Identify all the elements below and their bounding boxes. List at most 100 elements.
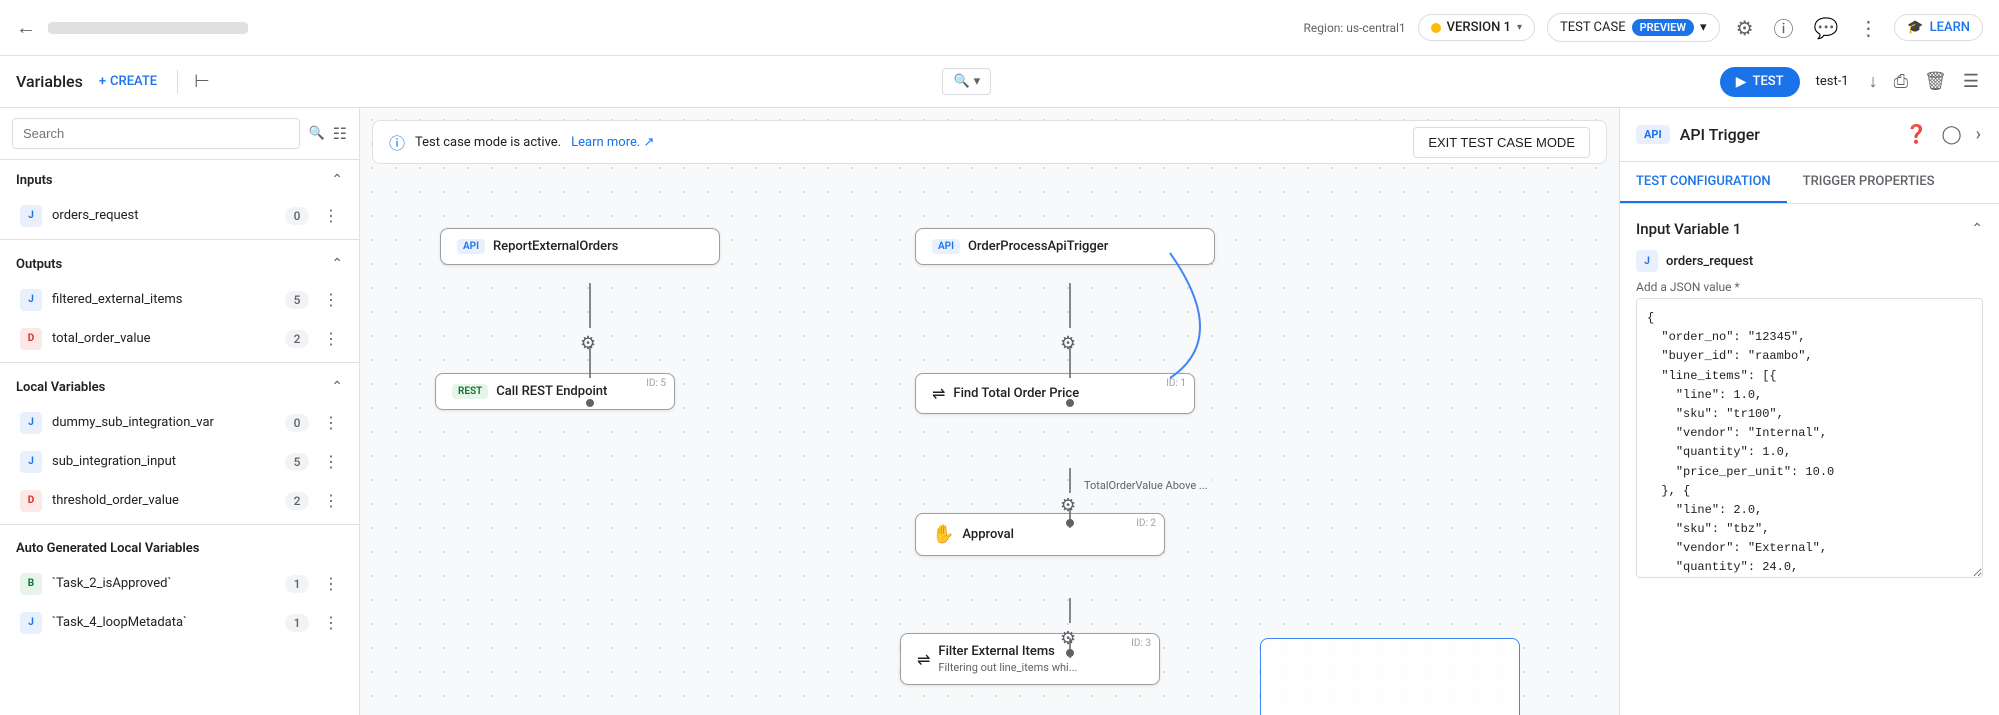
var-badge: 0 <box>285 414 309 432</box>
local-vars-title: Local Variables <box>16 380 105 395</box>
test-case-button[interactable]: TEST CASE PREVIEW ▾ <box>1547 13 1720 42</box>
var-icon-json: J <box>20 612 42 634</box>
info-icon[interactable]: ⓘ <box>1770 9 1798 46</box>
more-icon[interactable]: ⋮ <box>1854 12 1882 44</box>
preview-badge: PREVIEW <box>1632 19 1694 36</box>
section-divider <box>0 239 359 240</box>
var-badge: 2 <box>285 492 309 510</box>
right-panel-tabs: TEST CONFIGURATION TRIGGER PROPERTIES <box>1620 162 1999 204</box>
var-icon-json: J <box>20 412 42 434</box>
var-name: total_order_value <box>52 331 275 346</box>
zoom-button[interactable]: 🔍 ▾ <box>942 68 991 95</box>
version-chevron-icon: ▾ <box>1517 22 1522 33</box>
exit-test-case-button[interactable]: EXIT TEST CASE MODE <box>1413 127 1590 158</box>
input-var-collapse-icon[interactable]: ⌃ <box>1971 221 1983 237</box>
outputs-title: Outputs <box>16 257 62 272</box>
learn-label: LEARN <box>1930 20 1970 35</box>
test-run-label: TEST <box>1753 74 1784 89</box>
search-icon[interactable]: 🔍 <box>308 126 324 141</box>
var-menu-icon[interactable]: ⋮ <box>319 611 343 634</box>
learn-more-link[interactable]: Learn more. ↗ <box>571 135 654 150</box>
collapse-icon[interactable]: ⊢ <box>190 67 214 96</box>
var-menu-icon[interactable]: ⋮ <box>319 411 343 434</box>
json-label: Add a JSON value * <box>1636 280 1983 294</box>
search-input[interactable] <box>12 118 300 149</box>
variables-title: Variables <box>16 72 83 91</box>
var-menu-icon[interactable]: ⋮ <box>319 489 343 512</box>
inputs-collapse-icon: ⌃ <box>331 172 343 188</box>
learn-icon: 🎓 <box>1907 20 1923 35</box>
node-find-total-order-price[interactable]: ⇌ Find Total Order Price ID: 1 <box>915 373 1195 414</box>
json-value-input[interactable] <box>1636 298 1983 578</box>
copy-icon[interactable]: ⎙ <box>1890 67 1912 96</box>
var-menu-icon[interactable]: ⋮ <box>319 572 343 595</box>
input-var-header: Input Variable 1 ⌃ <box>1636 220 1983 238</box>
chat-icon[interactable]: 💬 <box>1810 12 1843 44</box>
expand-icon[interactable]: › <box>1974 122 1983 147</box>
version-dot <box>1431 23 1441 33</box>
step-gear-icon[interactable]: ⚙ <box>1060 333 1076 354</box>
node-title: ReportExternalOrders <box>493 239 618 254</box>
node-report-external-orders[interactable]: API ReportExternalOrders <box>440 228 720 265</box>
list-item[interactable]: J `Task_4_loopMetadata` 1 ⋮ <box>0 603 359 642</box>
node-call-rest-endpoint[interactable]: REST Call REST Endpoint ID: 5 <box>435 373 675 410</box>
connector-dot <box>1066 519 1074 527</box>
function-icon: ⇌ <box>932 384 945 403</box>
var-icon-list: J <box>20 289 42 311</box>
auto-vars-section-header[interactable]: Auto Generated Local Variables <box>0 529 359 564</box>
filter-icon: ⇌ <box>917 650 930 669</box>
local-vars-section-header[interactable]: Local Variables ⌃ <box>0 367 359 403</box>
var-menu-icon[interactable]: ⋮ <box>319 288 343 311</box>
var-menu-icon[interactable]: ⋮ <box>319 204 343 227</box>
node-type-api-label: API <box>932 239 960 254</box>
section-divider <box>0 524 359 525</box>
list-item[interactable]: B `Task_2_isApproved` 1 ⋮ <box>0 564 359 603</box>
learn-button[interactable]: 🎓 LEARN <box>1894 14 1983 41</box>
filter-icon[interactable]: ☷ <box>333 124 347 143</box>
step-gear-icon[interactable]: ⚙ <box>580 333 596 354</box>
overflow-menu-icon[interactable]: ☰ <box>1959 67 1983 96</box>
inputs-section-header[interactable]: Inputs ⌃ <box>0 160 359 196</box>
placeholder-node <box>1260 638 1520 715</box>
var-menu-icon[interactable]: ⋮ <box>319 450 343 473</box>
notification-icon[interactable]: ◯ <box>1939 122 1963 147</box>
list-item[interactable]: J dummy_sub_integration_var 0 ⋮ <box>0 403 359 442</box>
create-plus-icon: + <box>99 74 106 89</box>
left-sidebar: 🔍 ☷ Inputs ⌃ J orders_request 0 ⋮ Output… <box>0 108 360 715</box>
var-menu-icon[interactable]: ⋮ <box>319 327 343 350</box>
input-variable-section: Input Variable 1 ⌃ J orders_request Add … <box>1636 220 1983 582</box>
step-gear-icon[interactable]: ⚙ <box>1060 495 1076 516</box>
step-gear-icon[interactable]: ⚙ <box>1060 628 1076 649</box>
tab-test-configuration[interactable]: TEST CONFIGURATION <box>1620 162 1787 203</box>
create-button[interactable]: + CREATE <box>91 68 165 95</box>
top-bar: ← Region: us-central1 VERSION 1 ▾ TEST C… <box>0 0 1999 56</box>
right-panel-content: Input Variable 1 ⌃ J orders_request Add … <box>1620 204 1999 715</box>
list-item[interactable]: J orders_request 0 ⋮ <box>0 196 359 235</box>
local-vars-collapse-icon: ⌃ <box>331 379 343 395</box>
back-button[interactable]: ← <box>16 15 36 40</box>
download-icon[interactable]: ↓ <box>1865 67 1882 96</box>
list-item[interactable]: D threshold_order_value 2 ⋮ <box>0 481 359 520</box>
list-item[interactable]: J sub_integration_input 5 ⋮ <box>0 442 359 481</box>
test-run-button[interactable]: ▶ TEST <box>1720 67 1800 97</box>
delete-icon[interactable]: 🗑 <box>1920 67 1951 96</box>
help-icon[interactable]: ❓ <box>1903 122 1929 147</box>
var-badge: 0 <box>285 207 309 225</box>
canvas-area[interactable]: ⓘ Test case mode is active. Learn more. … <box>360 108 1619 715</box>
var-badge: 5 <box>285 453 309 471</box>
outputs-section-header[interactable]: Outputs ⌃ <box>0 244 359 280</box>
node-order-process-api-trigger[interactable]: API OrderProcessApiTrigger <box>915 228 1215 265</box>
list-item[interactable]: D total_order_value 2 ⋮ <box>0 319 359 358</box>
var-icon-data: D <box>20 328 42 350</box>
info-icon: ⓘ <box>389 130 405 154</box>
list-item[interactable]: J filtered_external_items 5 ⋮ <box>0 280 359 319</box>
node-filter-external-items[interactable]: ⇌ Filter External Items Filtering out li… <box>900 633 1160 685</box>
node-approval[interactable]: ✋ Approval ID: 2 <box>915 513 1165 556</box>
edge-label: TotalOrderValue Above ... <box>1080 478 1212 493</box>
zoom-chevron-icon: ▾ <box>974 74 981 89</box>
settings-icon[interactable]: ⚙ <box>1732 12 1758 44</box>
test-case-chevron-icon: ▾ <box>1700 20 1707 35</box>
version-button[interactable]: VERSION 1 ▾ <box>1418 14 1535 41</box>
test-name: test-1 <box>1808 74 1857 89</box>
tab-trigger-properties[interactable]: TRIGGER PROPERTIES <box>1787 162 1951 203</box>
